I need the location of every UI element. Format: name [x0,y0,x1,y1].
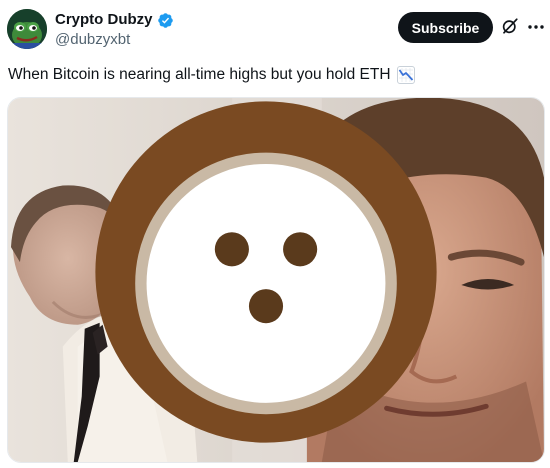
chart-decreasing-icon [396,66,415,84]
avatar[interactable] [7,9,47,49]
coconut-icon [95,101,437,443]
author-display-name[interactable]: Crypto Dubzy [55,11,153,29]
author-handle[interactable]: @dubzyxbt [55,31,130,49]
subscribe-button[interactable]: Subscribe [398,12,493,43]
grok-icon[interactable] [501,17,519,35]
pepe-frog-avatar-icon [7,9,47,49]
more-options-icon[interactable] [527,24,545,30]
post-media-image[interactable] [7,97,545,463]
tweet-text-row: When Bitcoin is nearing all-time highs b… [8,65,415,85]
verified-badge-icon [157,12,173,28]
tweet-text: When Bitcoin is nearing all-time highs b… [8,66,391,83]
